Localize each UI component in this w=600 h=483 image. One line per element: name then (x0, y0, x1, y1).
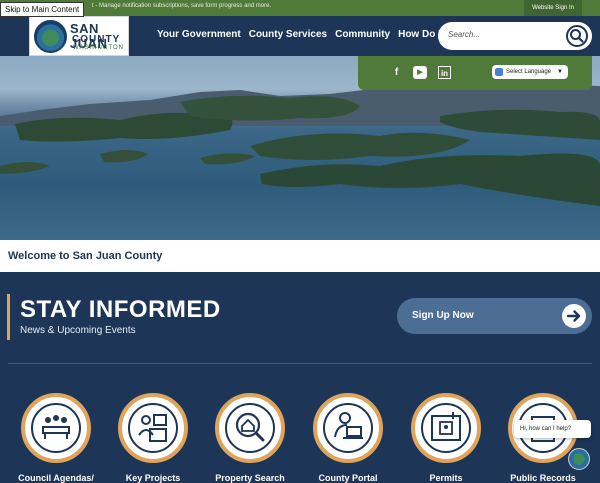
search-box[interactable]: Search... (438, 22, 592, 50)
language-select[interactable]: Select Language ▼ (492, 65, 568, 79)
county-logo[interactable]: SAN JUAN COUNTY WASHINGTON (29, 16, 129, 56)
main-nav: Your Government County Services Communit… (157, 29, 457, 40)
stay-informed-title: STAY INFORMED (20, 296, 221, 323)
permits-icon (421, 403, 471, 453)
chevron-down-icon: ▼ (557, 69, 563, 75)
chat-assistant-icon[interactable] (568, 448, 590, 470)
chat-prompt-bubble[interactable]: Hi, how can I help? (514, 420, 591, 438)
search-icon (570, 29, 584, 43)
logo-line-3: WASHINGTON (73, 45, 125, 51)
tile-council-agendas[interactable] (21, 393, 91, 463)
notification-message: t - Manage notification subscriptions, s… (92, 3, 272, 9)
logo-line-2: COUNTY (72, 34, 121, 45)
linkedin-icon[interactable]: in (438, 66, 451, 79)
meeting-icon (31, 403, 81, 453)
sign-up-button[interactable]: Sign Up Now (397, 298, 592, 334)
translate-icon (495, 68, 503, 76)
skip-to-main-link[interactable]: Skip to Main Content (0, 2, 85, 17)
tile-label-key-projects[interactable]: Key Projects (103, 473, 203, 483)
tile-label-county-portal[interactable]: County Portal (298, 473, 398, 483)
youtube-icon[interactable]: ▶ (413, 66, 427, 79)
search-input[interactable]: Search... (448, 30, 480, 39)
top-utility-bar: t - Manage notification subscriptions, s… (0, 0, 600, 16)
website-sign-in-link[interactable]: Website Sign In (524, 0, 582, 16)
facebook-icon[interactable]: f (390, 66, 403, 79)
nav-county-services[interactable]: County Services (249, 29, 327, 40)
stay-informed-section: STAY INFORMED News & Upcoming Events Sig… (0, 272, 600, 483)
portal-user-icon (323, 403, 373, 453)
chat-prompt-text: Hi, how can I help? (520, 426, 572, 432)
tile-property-search[interactable] (215, 393, 285, 463)
projects-icon (128, 403, 178, 453)
tile-permits[interactable] (411, 393, 481, 463)
tile-label-permits[interactable]: Permits (396, 473, 496, 483)
site-header: SAN JUAN COUNTY WASHINGTON Your Governme… (0, 16, 600, 56)
tile-label-council-agendas[interactable]: Council Agendas/ (6, 473, 106, 483)
stay-informed-subtitle: News & Upcoming Events (20, 325, 136, 336)
tile-label-public-records[interactable]: Public Records (493, 473, 593, 483)
nav-your-government[interactable]: Your Government (157, 29, 241, 40)
house-search-icon (225, 403, 275, 453)
sign-up-label: Sign Up Now (412, 310, 474, 321)
tile-county-portal[interactable] (313, 393, 383, 463)
nav-community[interactable]: Community (335, 29, 390, 40)
social-language-bar: f ▶ in Select Language ▼ (358, 56, 592, 90)
section-divider (8, 363, 592, 364)
welcome-heading: Welcome to San Juan County (8, 250, 163, 262)
county-seal-icon (34, 20, 67, 53)
welcome-strip: Welcome to San Juan County (0, 240, 600, 272)
search-button[interactable] (566, 25, 588, 47)
tile-key-projects[interactable] (118, 393, 188, 463)
language-select-label: Select Language (506, 69, 552, 75)
tile-label-property-search[interactable]: Property Search (200, 473, 300, 483)
arrow-right-icon (562, 304, 586, 328)
accent-bar (7, 294, 10, 340)
